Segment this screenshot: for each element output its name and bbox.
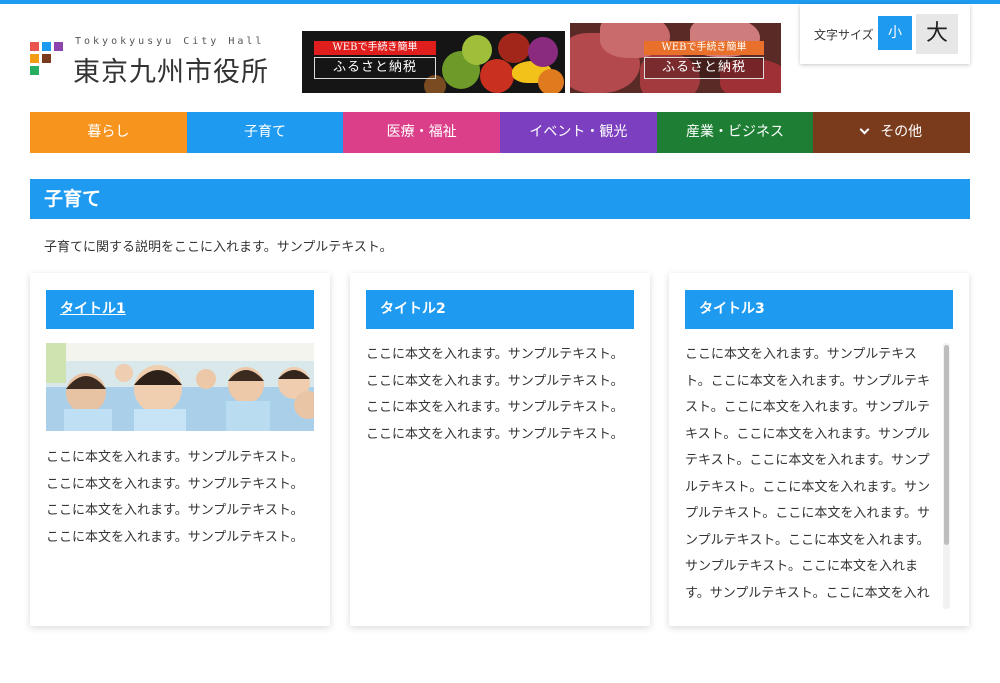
card-body-line: ここに本文を入れます。サンプルテキスト。 (366, 400, 624, 415)
card-body-line: テキスト。ここに本文を入れます。サンプ (685, 453, 930, 468)
card-body-line: ここに本文を入れます。サンプルテキスト。 (46, 503, 304, 518)
card-body-line: キスト。ここに本文を入れます。サンプル (685, 426, 930, 442)
card-body-line: ここに本文を入れます。サンプルテキスト。 (46, 529, 304, 545)
card-body-line: ルテキスト。ここに本文を入れます。サン (685, 479, 931, 495)
nav-item-kurashi[interactable]: 暮らし (30, 112, 187, 153)
card-2: タイトル2 ここに本文を入れます。サンプルテキスト。 ここに本文を入れます。サン… (350, 273, 650, 626)
card-title-link[interactable]: タイトル1 (46, 290, 314, 329)
card-body-line: ここに本文を入れます。サンプルテキスト。 (46, 450, 304, 465)
font-size-label: 文字サイズ (814, 28, 874, 42)
card-body-line: ここに本文を入れます。サンプルテキスト。 (366, 426, 624, 442)
nav-item-iryo-fukushi[interactable]: 医療・福祉 (343, 112, 501, 153)
card-body-line: ンプルテキスト。ここに本文を入れます。 (685, 532, 930, 548)
card-body-scrollable[interactable]: ここに本文を入れます。サンプルテキス ト。ここに本文を入れます。サンプルテキ ス… (685, 342, 939, 608)
banner-web-label: WEBで手続き簡単 (314, 41, 436, 55)
children-photo (46, 343, 314, 431)
logo-mark-icon (30, 42, 64, 76)
furusato-banner-meat[interactable]: WEBで手続き簡単 ふるさと納税 (570, 23, 781, 93)
nav-item-sangyo-business[interactable]: 産業・ビジネス (656, 112, 814, 153)
nav-item-kosodate[interactable]: 子育て (186, 112, 344, 153)
card-body-line: ここに本文を入れます。サンプルテキスト。 (366, 347, 624, 362)
nav-item-other[interactable]: その他 (813, 112, 971, 153)
banner-main-label: ふるさと納税 (644, 57, 764, 79)
card-body-line: ここに本文を入れます。サンプルテキス (685, 347, 917, 362)
furusato-banner-fruit[interactable]: WEBで手続き簡単 ふるさと納税 (302, 31, 565, 93)
nav-item-event-kanko[interactable]: イベント・観光 (500, 112, 657, 153)
site-logo[interactable]: Tokyokyusyu City Hall 東京九州市役所 (30, 36, 290, 88)
font-size-large-button[interactable]: 大 (916, 14, 958, 54)
logo-subtitle: Tokyokyusyu City Hall (75, 36, 265, 47)
card-body: ここに本文を入れます。サンプルテキスト。 ここに本文を入れます。サンプルテキスト… (46, 445, 308, 551)
card-3: タイトル3 ここに本文を入れます。サンプルテキス ト。ここに本文を入れます。サン… (669, 273, 969, 626)
card-body-line: ここに本文を入れます。サンプルテキスト。 (366, 373, 624, 389)
banner-main-label: ふるさと納税 (314, 57, 436, 79)
logo-title: 東京九州市役所 (73, 57, 269, 88)
page-description: 子育てに関する説明をここに入れます。サンプルテキスト。 (44, 240, 393, 255)
global-nav: 暮らし 子育て 医療・福祉 イベント・観光 産業・ビジネス その他 (30, 112, 971, 153)
scrollbar-thumb[interactable] (944, 345, 949, 545)
page-title: 子育て (30, 179, 970, 219)
card-title: タイトル2 (366, 290, 634, 329)
card-1: タイトル1 ここに本文を入れます。サンプルテキスト。 ここに本文を入れます。サン… (30, 273, 330, 626)
card-body-line: す。サンプルテキスト。ここに本文を入れ (685, 585, 930, 601)
banner-web-label: WEBで手続き簡単 (644, 41, 764, 55)
font-size-switcher: 文字サイズ 小 大 (800, 4, 970, 64)
card-body-line: プルテキスト。ここに本文を入れます。サ (685, 506, 931, 521)
chevron-down-icon (859, 124, 870, 135)
card-body-line: ト。ここに本文を入れます。サンプルテキ (685, 373, 931, 389)
font-size-small-button[interactable]: 小 (878, 16, 912, 50)
card-body-line: スト。ここに本文を入れます。サンプルテ (685, 400, 931, 415)
card-body-line: サンプルテキスト。ここに本文を入れま (685, 559, 918, 574)
card-body-line: ここに本文を入れます。サンプルテキスト。 (46, 476, 304, 492)
card-body: ここに本文を入れます。サンプルテキスト。 ここに本文を入れます。サンプルテキスト… (366, 342, 628, 448)
card-title: タイトル3 (685, 290, 953, 329)
nav-item-other-label: その他 (880, 124, 923, 140)
